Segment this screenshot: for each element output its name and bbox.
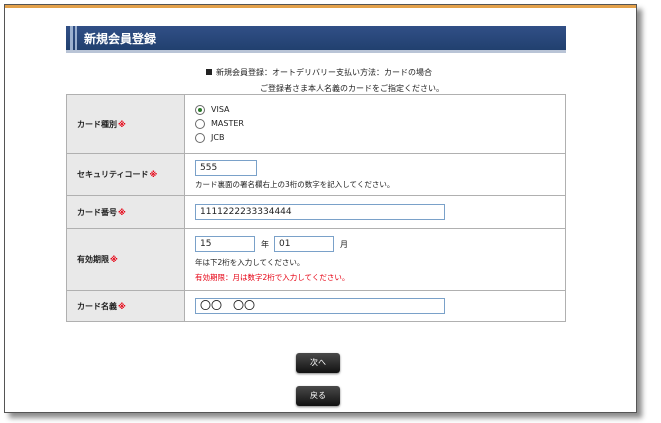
label-text: カード番号	[77, 207, 117, 217]
row-card-name: カード名義※ 〇〇 〇〇	[66, 290, 566, 322]
radio-label: VISA	[211, 105, 230, 114]
required-mark: ※	[118, 119, 126, 129]
required-mark: ※	[118, 301, 126, 311]
field-card-name: 〇〇 〇〇	[184, 290, 566, 322]
radio-label: JCB	[211, 133, 225, 142]
radio-checked-icon[interactable]	[195, 105, 205, 115]
label-card-number: カード番号※	[66, 195, 185, 229]
row-expiry: 有効期限※ 15 年 01 月 年は下2桁を入力してください。 有効期限：月は数字2桁…	[66, 228, 566, 291]
intro-note: ご登録者さま本人名義のカードをご指定ください。	[260, 84, 444, 93]
radio-unchecked-icon[interactable]	[195, 133, 205, 143]
back-button[interactable]: 戻る	[296, 386, 340, 406]
label-text: 有効期限	[77, 255, 109, 264]
label-text: カード名義	[77, 301, 117, 311]
row-card-type: カード種別※ VISA MASTER JCB	[66, 94, 566, 154]
card-form-table: カード種別※ VISA MASTER JCB セキュリティコード※ 555 カー…	[66, 94, 566, 322]
security-code-hint: カード裏面の署名欄右上の3桁の数字を記入してください。	[195, 179, 395, 189]
radio-label: MASTER	[211, 119, 244, 128]
square-bullet-icon	[206, 69, 212, 75]
label-text: セキュリティコード	[77, 170, 149, 179]
card-name-input[interactable]: 〇〇 〇〇	[195, 298, 445, 314]
intro-text: 新規会員登録：オートデリバリー支払い方法：カードの場合	[216, 68, 432, 77]
required-mark: ※	[110, 255, 118, 264]
row-security-code: セキュリティコード※ 555 カード裏面の署名欄右上の3桁の数字を記入してくださ…	[66, 153, 566, 196]
page-title: 新規会員登録	[84, 32, 157, 46]
expiry-year-input[interactable]: 15	[195, 236, 255, 252]
label-text: カード種別	[77, 119, 117, 129]
field-card-type: VISA MASTER JCB	[184, 94, 566, 154]
page-header: 新規会員登録	[66, 26, 566, 53]
security-code-input[interactable]: 555	[195, 159, 257, 176]
radio-option-jcb[interactable]: JCB	[195, 131, 565, 145]
header-decor-bar	[70, 26, 73, 50]
year-unit-label: 年	[261, 239, 269, 249]
expiry-error-message: 有効期限：月は数字2桁で入力してください。	[195, 273, 350, 282]
radio-option-master[interactable]: MASTER	[195, 117, 565, 131]
required-mark: ※	[149, 170, 158, 179]
field-expiry: 15 年 01 月 年は下2桁を入力してください。 有効期限：月は数字2桁で入力してく…	[184, 228, 566, 291]
expiry-hint: 年は下2桁を入力してください。	[195, 258, 305, 267]
next-button[interactable]: 次へ	[296, 353, 340, 373]
top-accent-line	[5, 5, 636, 8]
field-card-number: 1111222233334444	[184, 195, 566, 229]
intro-line: 新規会員登録：オートデリバリー支払い方法：カードの場合	[206, 67, 432, 78]
header-decor-bar	[75, 26, 77, 50]
label-security-code: セキュリティコード※	[66, 153, 185, 196]
card-number-input[interactable]: 1111222233334444	[195, 204, 445, 220]
label-card-name: カード名義※	[66, 290, 185, 322]
month-unit-label: 月	[340, 239, 348, 249]
radio-unchecked-icon[interactable]	[195, 119, 205, 129]
expiry-month-input[interactable]: 01	[274, 236, 334, 252]
radio-option-visa[interactable]: VISA	[195, 103, 565, 117]
required-mark: ※	[118, 207, 126, 217]
row-card-number: カード番号※ 1111222233334444	[66, 195, 566, 229]
label-card-type: カード種別※	[66, 94, 185, 154]
field-security-code: 555 カード裏面の署名欄右上の3桁の数字を記入してください。	[184, 153, 566, 196]
label-expiry: 有効期限※	[66, 228, 185, 291]
